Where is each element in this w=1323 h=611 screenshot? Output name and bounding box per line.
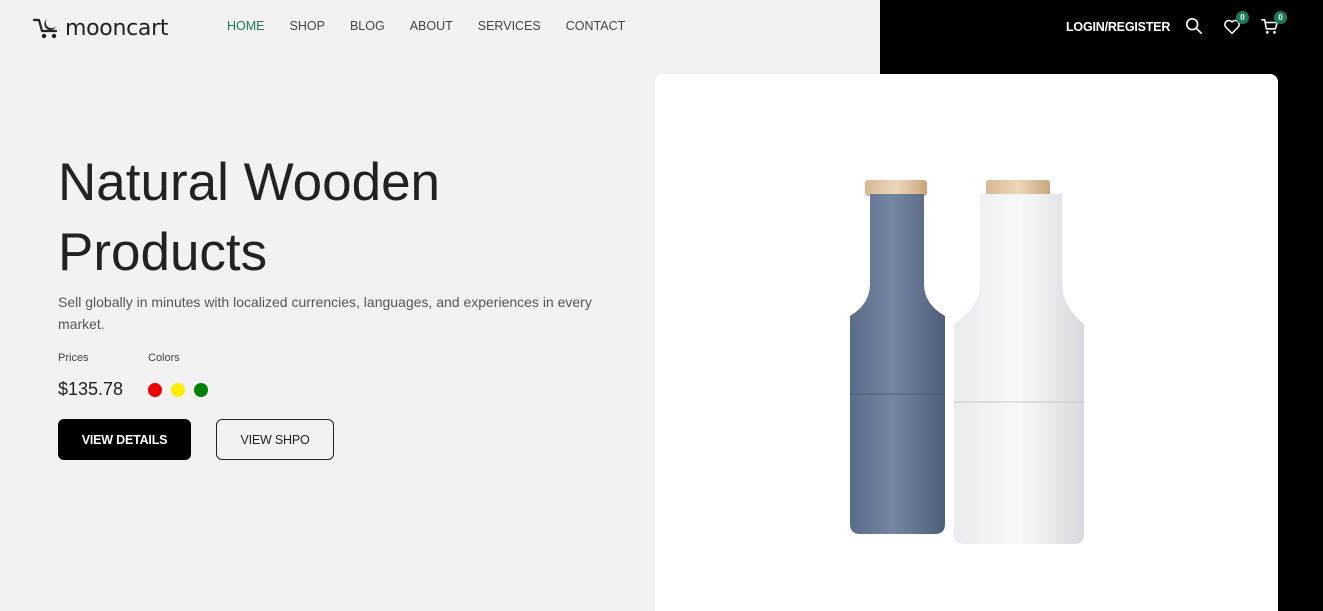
color-swatch-green[interactable] (194, 383, 208, 397)
color-swatch-yellow[interactable] (171, 383, 185, 397)
login-register-link[interactable]: LOGIN/REGISTER (1066, 20, 1170, 34)
prices-label: Prices (58, 352, 89, 364)
hero-title-line-1: Natural Wooden (58, 153, 441, 212)
nav-blog[interactable]: BLOG (350, 19, 385, 33)
nav-services[interactable]: SERVICES (478, 19, 541, 33)
brand-logo[interactable]: mooncart (32, 13, 168, 43)
hero-title: Natural Wooden Products (58, 148, 618, 288)
wishlist-button[interactable]: 0 (1223, 11, 1249, 38)
nav-shop[interactable]: SHOP (290, 19, 325, 33)
color-swatch-red[interactable] (148, 383, 162, 397)
product-image-card (655, 74, 1278, 611)
nav-home[interactable]: HOME (227, 19, 265, 33)
view-shop-button[interactable]: VIEW SHPO (216, 419, 334, 460)
wishlist-count-badge: 0 (1236, 11, 1249, 24)
hero-title-line-2: Products (58, 223, 268, 282)
color-swatches (148, 383, 208, 397)
hero-description: Sell globally in minutes with localized … (58, 294, 592, 332)
nav-contact[interactable]: CONTACT (566, 19, 626, 33)
cart-count-badge: 0 (1274, 11, 1287, 24)
cart-button[interactable]: 0 (1261, 11, 1287, 38)
product-image (850, 180, 1084, 544)
main-nav: HOME SHOP BLOG ABOUT SERVICES CONTACT (227, 19, 650, 33)
brand-name: mooncart (65, 15, 169, 41)
header-actions: LOGIN/REGISTER (1066, 13, 1170, 41)
product-price: $135.78 (58, 379, 124, 399)
cart-moon-icon (32, 18, 58, 39)
nav-about[interactable]: ABOUT (410, 19, 453, 33)
colors-label: Colors (148, 352, 180, 364)
view-details-button[interactable]: VIEW DETAILS (58, 419, 191, 460)
search-icon[interactable] (1185, 17, 1205, 37)
